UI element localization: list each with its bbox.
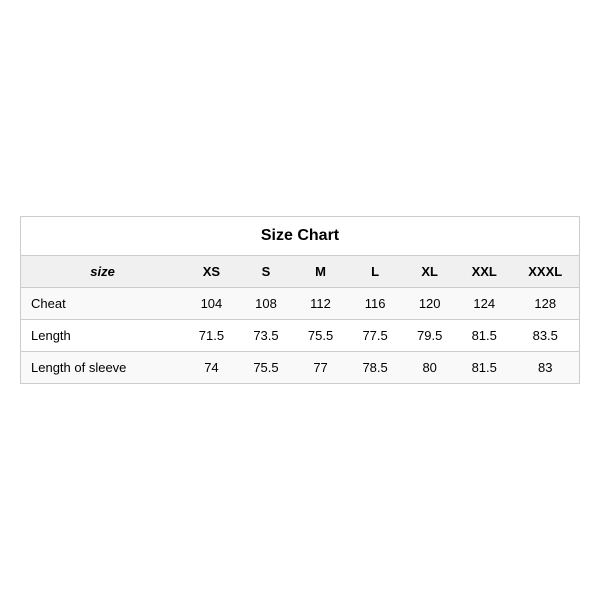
- col-header-size: size: [21, 256, 185, 288]
- size-chart-table: Size Chart size XS S M L XL XXL XXXL Che…: [20, 216, 580, 384]
- row-cheat-xxxl: 128: [512, 288, 580, 320]
- row-length-xs: 71.5: [184, 320, 239, 352]
- size-chart-container: Size Chart size XS S M L XL XXL XXXL Che…: [20, 216, 580, 384]
- table-row: Cheat 104 108 112 116 120 124 128: [21, 288, 580, 320]
- row-sleeve-xxxl: 83: [512, 352, 580, 384]
- col-header-s: S: [239, 256, 294, 288]
- col-header-xs: XS: [184, 256, 239, 288]
- row-cheat-label: Cheat: [21, 288, 185, 320]
- row-sleeve-xl: 80: [402, 352, 457, 384]
- row-length-s: 73.5: [239, 320, 294, 352]
- row-sleeve-xs: 74: [184, 352, 239, 384]
- row-cheat-xs: 104: [184, 288, 239, 320]
- row-length-xl: 79.5: [402, 320, 457, 352]
- row-length-l: 77.5: [348, 320, 403, 352]
- row-length-xxl: 81.5: [457, 320, 512, 352]
- table-title: Size Chart: [21, 217, 580, 256]
- col-header-xxl: XXL: [457, 256, 512, 288]
- col-header-xl: XL: [402, 256, 457, 288]
- row-sleeve-xxl: 81.5: [457, 352, 512, 384]
- row-cheat-l: 116: [348, 288, 403, 320]
- row-length-label: Length: [21, 320, 185, 352]
- table-row: Length of sleeve 74 75.5 77 78.5 80 81.5…: [21, 352, 580, 384]
- row-cheat-xxl: 124: [457, 288, 512, 320]
- col-header-l: L: [348, 256, 403, 288]
- row-cheat-s: 108: [239, 288, 294, 320]
- row-sleeve-m: 77: [293, 352, 348, 384]
- col-header-xxxl: XXXL: [512, 256, 580, 288]
- row-sleeve-l: 78.5: [348, 352, 403, 384]
- row-length-m: 75.5: [293, 320, 348, 352]
- table-row: Length 71.5 73.5 75.5 77.5 79.5 81.5 83.…: [21, 320, 580, 352]
- col-header-m: M: [293, 256, 348, 288]
- row-sleeve-label: Length of sleeve: [21, 352, 185, 384]
- row-sleeve-s: 75.5: [239, 352, 294, 384]
- header-row: size XS S M L XL XXL XXXL: [21, 256, 580, 288]
- row-cheat-m: 112: [293, 288, 348, 320]
- title-row: Size Chart: [21, 217, 580, 256]
- row-cheat-xl: 120: [402, 288, 457, 320]
- row-length-xxxl: 83.5: [512, 320, 580, 352]
